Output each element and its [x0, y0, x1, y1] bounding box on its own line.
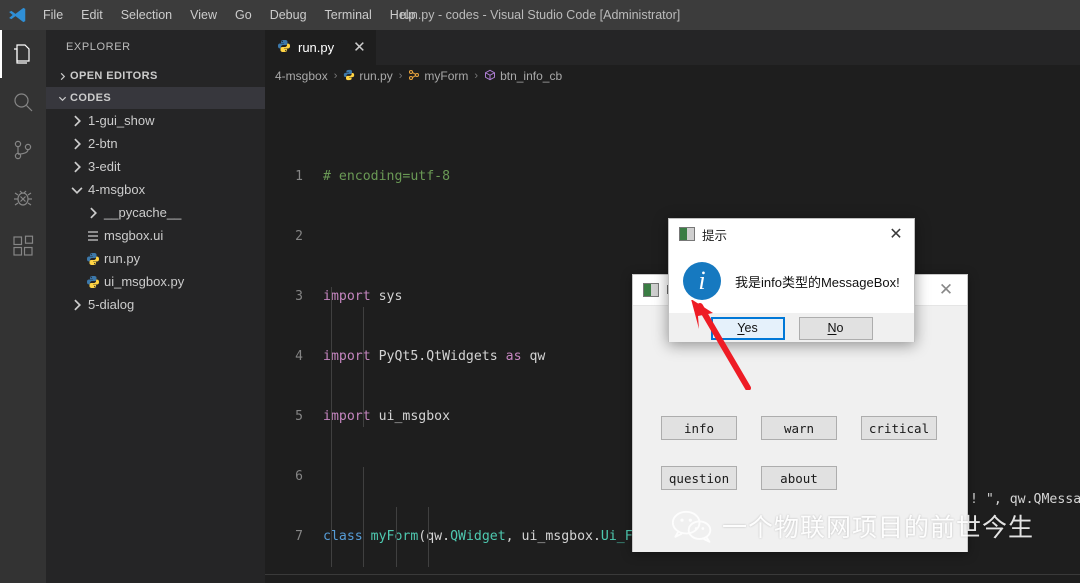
chevron-right-icon — [68, 296, 85, 313]
close-icon[interactable]: ✕ — [878, 219, 914, 249]
menu-help[interactable]: Help — [381, 0, 425, 30]
editor-bottom-divider — [265, 574, 1080, 575]
tree-item-label: 5-dialog — [88, 297, 135, 312]
tree-item-label: 4-msgbox — [88, 182, 146, 197]
python-file-icon — [84, 250, 101, 267]
extensions-icon[interactable] — [0, 222, 46, 270]
btn-info[interactable]: info — [661, 416, 737, 440]
vscode-logo-icon — [0, 0, 34, 30]
section-codes-label: CODES — [70, 92, 112, 104]
btn-about[interactable]: about — [761, 466, 837, 490]
vscode-window: File Edit Selection View Go Debug Termin… — [0, 0, 1080, 583]
menu-terminal[interactable]: Terminal — [316, 0, 381, 30]
source-control-icon[interactable] — [0, 126, 46, 174]
close-icon[interactable]: ✕ — [925, 275, 967, 306]
chevron-right-icon — [68, 135, 85, 152]
tree-item-pycache[interactable]: __pycache__ — [46, 201, 265, 224]
message-box-content: i 我是info类型的MessageBox! — [669, 249, 914, 313]
tree-item-label: run.py — [104, 251, 141, 266]
menu-selection[interactable]: Selection — [112, 0, 181, 30]
tree-item-label: 2-btn — [88, 136, 118, 151]
code-overflow-right: ! ", qw.QMessa — [970, 492, 1080, 507]
info-icon: i — [683, 262, 721, 300]
tree-item-msgbox-ui[interactable]: msgbox.ui — [46, 224, 265, 247]
tree-item-2-btn[interactable]: 2-btn — [46, 132, 265, 155]
breadcrumb-separator: › — [333, 70, 338, 82]
chevron-right-icon — [84, 204, 101, 221]
python-file-icon — [84, 273, 101, 290]
breadcrumb-item-file[interactable]: run.py — [343, 69, 393, 84]
no-mnemonic: N — [827, 321, 837, 335]
section-open-editors[interactable]: OPEN EDITORS — [46, 65, 265, 87]
btn-critical[interactable]: critical — [861, 416, 937, 440]
tree-item-3-edit[interactable]: 3-edit — [46, 155, 265, 178]
editor-tab-bar: run.py ✕ — [265, 30, 1080, 65]
activity-bar — [0, 30, 46, 583]
method-icon — [484, 69, 496, 84]
yes-rest: es — [744, 321, 758, 335]
class-icon — [408, 69, 420, 84]
tree-item-4-msgbox[interactable]: 4-msgbox — [46, 178, 265, 201]
search-icon[interactable] — [0, 78, 46, 126]
btn-question[interactable]: question — [661, 466, 737, 490]
close-icon[interactable]: ✕ — [353, 40, 366, 55]
yes-mnemonic: Y — [737, 321, 745, 335]
breadcrumb-item-class[interactable]: myForm — [408, 69, 468, 84]
tab-run-py[interactable]: run.py ✕ — [265, 30, 377, 65]
code-line: 1 # encoding=utf-8 — [295, 169, 451, 184]
message-box-titlebar: 提示 ✕ — [669, 219, 914, 249]
qt-app-icon — [679, 227, 695, 241]
python-file-icon — [277, 39, 291, 56]
tree-item-label: 3-edit — [88, 159, 121, 174]
no-rest: o — [836, 321, 844, 335]
chevron-down-icon — [54, 90, 70, 106]
section-codes[interactable]: CODES — [46, 87, 265, 109]
breadcrumb-label: run.py — [359, 69, 393, 83]
btn-warn[interactable]: warn — [761, 416, 837, 440]
qt-app-icon — [643, 283, 659, 297]
explorer-icon[interactable] — [0, 30, 46, 78]
chevron-down-icon — [68, 181, 85, 198]
message-box-buttons: Yes No — [669, 313, 914, 342]
tree-item-ui-msgbox-py[interactable]: ui_msgbox.py — [46, 270, 265, 293]
chevron-right-icon — [68, 158, 85, 175]
tab-label: run.py — [298, 40, 335, 55]
breadcrumb: 4-msgbox › run.py › myForm › btn_info_cb — [265, 65, 1080, 87]
python-file-icon — [343, 69, 355, 84]
menu-bar[interactable]: File Edit Selection View Go Debug Termin… — [34, 0, 425, 30]
explorer-sidebar: EXPLORER OPEN EDITORS CODES 1-gui_show 2… — [46, 30, 265, 583]
breadcrumb-item-folder[interactable]: 4-msgbox — [275, 69, 328, 83]
breadcrumb-item-method[interactable]: btn_info_cb — [484, 69, 562, 84]
breadcrumb-label: 4-msgbox — [275, 69, 328, 83]
ui-file-icon — [84, 227, 101, 244]
chevron-right-icon — [68, 112, 85, 129]
chevron-right-icon — [54, 68, 70, 84]
tree-item-label: ui_msgbox.py — [104, 274, 185, 289]
yes-button[interactable]: Yes — [710, 316, 785, 340]
message-box-title: 提示 — [702, 228, 728, 243]
tree-item-label: __pycache__ — [104, 205, 182, 220]
message-box-dialog[interactable]: 提示 ✕ i 我是info类型的MessageBox! Yes No — [668, 218, 915, 342]
breadcrumb-label: myForm — [424, 69, 469, 83]
menu-file[interactable]: File — [34, 0, 72, 30]
breadcrumb-separator: › — [398, 70, 403, 82]
tree-item-1-gui_show[interactable]: 1-gui_show — [46, 109, 265, 132]
debug-icon[interactable] — [0, 174, 46, 222]
menu-go[interactable]: Go — [226, 0, 261, 30]
menu-edit[interactable]: Edit — [72, 0, 112, 30]
menu-debug[interactable]: Debug — [261, 0, 316, 30]
breadcrumb-separator: › — [474, 70, 479, 82]
menu-view[interactable]: View — [181, 0, 226, 30]
message-box-text: 我是info类型的MessageBox! — [735, 274, 900, 290]
title-bar: File Edit Selection View Go Debug Termin… — [0, 0, 1080, 30]
section-open-editors-label: OPEN EDITORS — [70, 70, 158, 82]
breadcrumb-label: btn_info_cb — [500, 69, 563, 83]
tree-item-run-py[interactable]: run.py — [46, 247, 265, 270]
tree-item-5-dialog[interactable]: 5-dialog — [46, 293, 265, 316]
tree-item-label: msgbox.ui — [104, 228, 164, 243]
no-button[interactable]: No — [798, 316, 873, 340]
tree-item-label: 1-gui_show — [88, 113, 155, 128]
pyqt-form-body: info warn critical question about — [633, 306, 967, 552]
sidebar-title: EXPLORER — [66, 41, 131, 53]
